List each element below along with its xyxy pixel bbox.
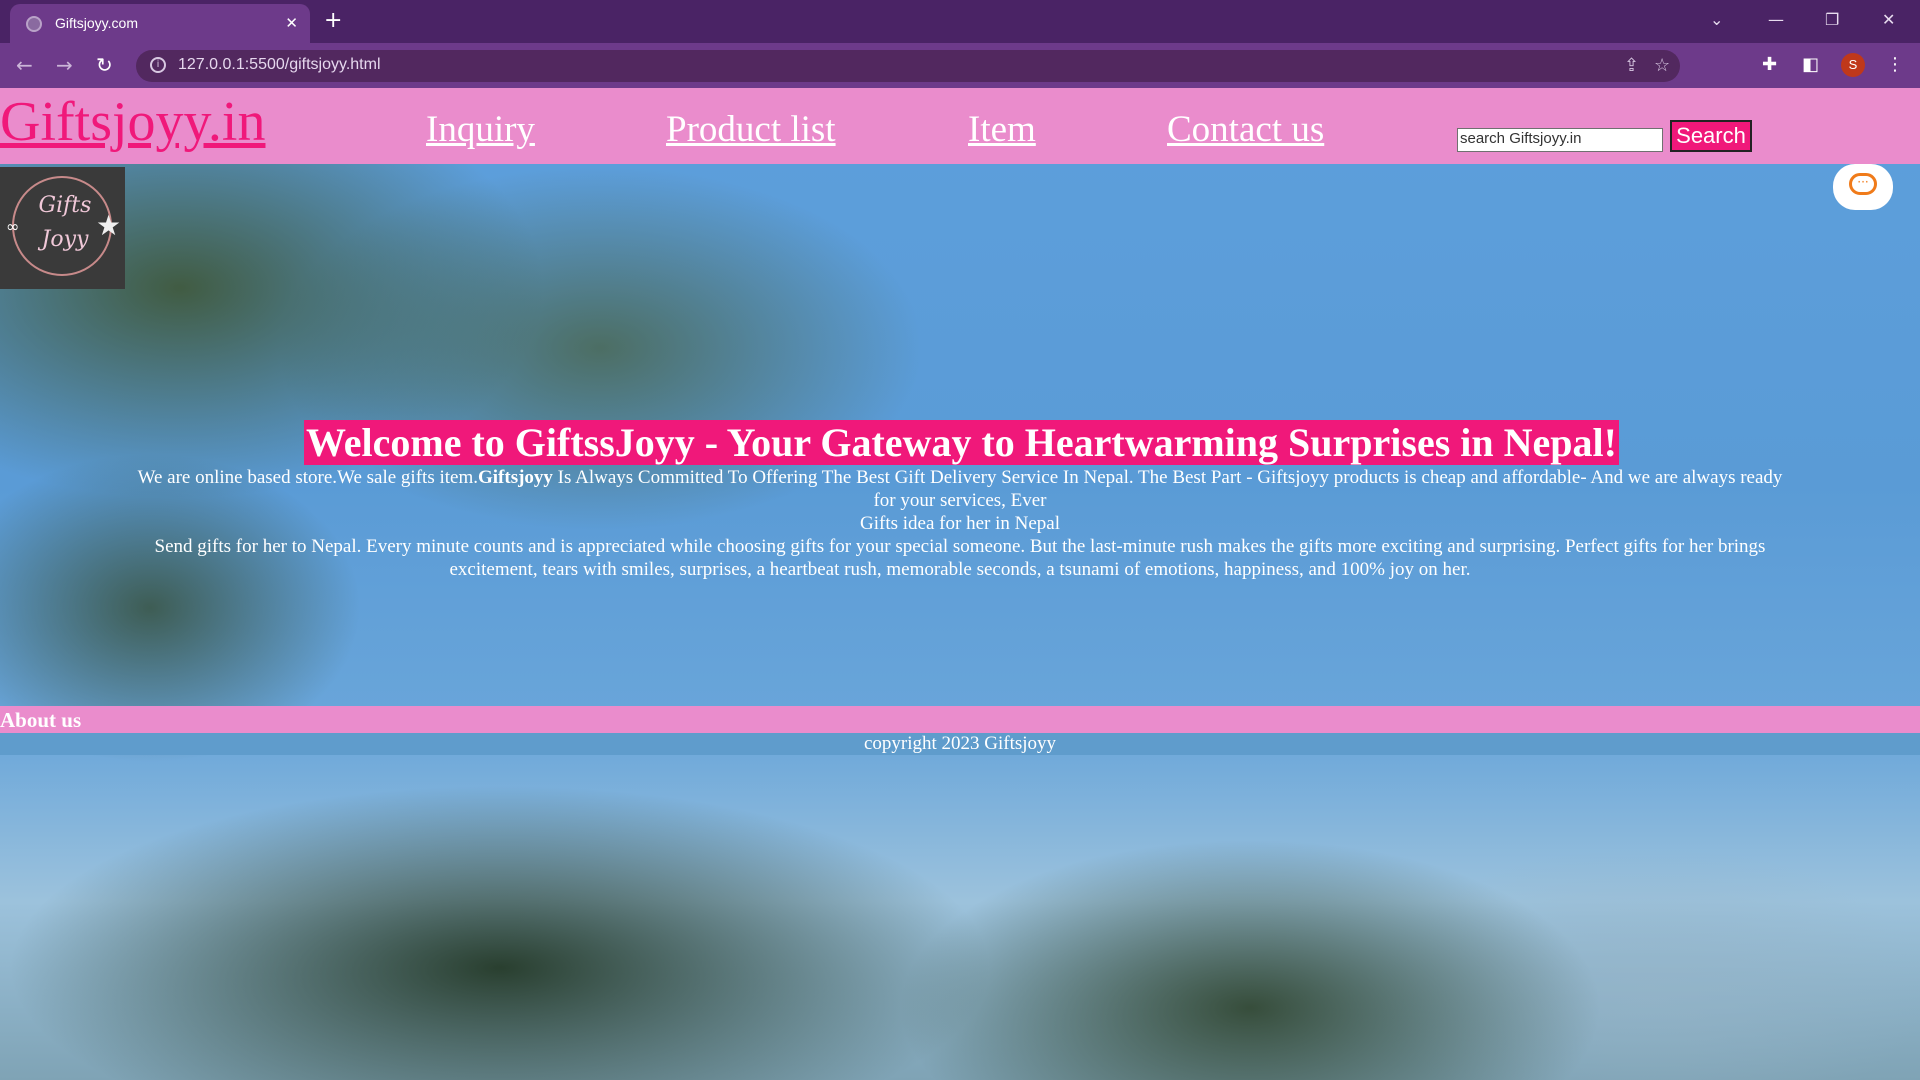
nav-link-contact-us[interactable]: Contact us: [1167, 110, 1324, 150]
restore-icon[interactable]: ❐: [1825, 6, 1839, 34]
star-icon: ★: [96, 209, 122, 242]
nav-link-product-list[interactable]: Product list: [666, 110, 836, 150]
tab-title: Giftsjoyy.com: [55, 15, 138, 31]
menu-dots-icon[interactable]: ⋮: [1886, 52, 1904, 78]
about-heading: About us: [0, 708, 82, 732]
hero-p1-start: We are online based store.We sale gifts …: [137, 467, 478, 488]
browser-tab-bar: Giftsjoyy.com ✕ + ⌄ — ❐ ✕: [0, 0, 1920, 43]
minimize-icon[interactable]: —: [1768, 6, 1784, 34]
copyright-text: copyright 2023 Giftsjoyy: [863, 733, 1057, 754]
hero-paragraph-3: Send gifts for her to Nepal. Every minut…: [154, 536, 1766, 580]
infinity-icon: ∞: [6, 217, 20, 236]
new-tab-button[interactable]: +: [324, 7, 342, 35]
back-arrow-icon[interactable]: ←: [16, 51, 33, 79]
nav-link-item[interactable]: Item: [968, 110, 1036, 150]
hero-title: Welcome to GiftssJoyy - Your Gateway to …: [304, 420, 1619, 465]
site-info-icon[interactable]: i: [150, 57, 166, 73]
close-icon[interactable]: ✕: [285, 13, 298, 33]
chat-icon: ···: [1849, 173, 1877, 195]
window-close-icon[interactable]: ✕: [1882, 6, 1895, 34]
search-input[interactable]: search Giftsjoyy.in: [1457, 128, 1663, 152]
bookmark-star-icon[interactable]: ☆: [1654, 54, 1670, 78]
browser-tab[interactable]: Giftsjoyy.com ✕: [10, 4, 310, 43]
hero-paragraph-2: Gifts idea for her in Nepal: [860, 513, 1060, 534]
site-logo: Gifts Joyy ∞ ★: [0, 167, 125, 289]
nav-link-inquiry[interactable]: Inquiry: [426, 110, 535, 150]
extensions-icon[interactable]: ✚: [1762, 52, 1777, 78]
chevron-down-icon[interactable]: ⌄: [1710, 6, 1723, 34]
footer: copyright 2023 Giftsjoyy: [0, 733, 1920, 755]
logo-line-2: Joyy: [41, 227, 89, 252]
hero-paragraph-1: We are online based store.We sale gifts …: [130, 466, 1790, 512]
forward-arrow-icon[interactable]: →: [56, 51, 73, 79]
logo-line-1: Gifts: [38, 193, 92, 218]
browser-toolbar: ← → ↻ i 127.0.0.1:5500/giftsjoyy.html ⇪ …: [0, 43, 1920, 88]
logo-text: Gifts Joyy: [30, 189, 100, 257]
address-bar[interactable]: i 127.0.0.1:5500/giftsjoyy.html ⇪ ☆: [136, 50, 1680, 82]
url-text[interactable]: 127.0.0.1:5500/giftsjoyy.html: [178, 56, 381, 74]
about-section: About us: [0, 706, 1920, 733]
share-icon[interactable]: ⇪: [1624, 54, 1639, 78]
globe-icon: [26, 16, 42, 32]
hero-p1-end: Is Always Committed To Offering The Best…: [552, 467, 1783, 511]
side-panel-icon[interactable]: ◧: [1802, 52, 1819, 78]
hero-p1-bold: Giftsjoyy: [477, 467, 553, 488]
page-content: Giftsjoyy.in Inquiry Product list Item C…: [0, 88, 1920, 1080]
site-header: Giftsjoyy.in Inquiry Product list Item C…: [0, 88, 1920, 164]
profile-avatar[interactable]: S: [1841, 53, 1865, 77]
search-button[interactable]: Search: [1670, 120, 1752, 152]
reload-icon[interactable]: ↻: [96, 51, 113, 79]
brand-link[interactable]: Giftsjoyy.in: [0, 92, 265, 152]
chat-widget-button[interactable]: ···: [1833, 164, 1893, 210]
hero-body: We are online based store.We sale gifts …: [130, 466, 1790, 581]
